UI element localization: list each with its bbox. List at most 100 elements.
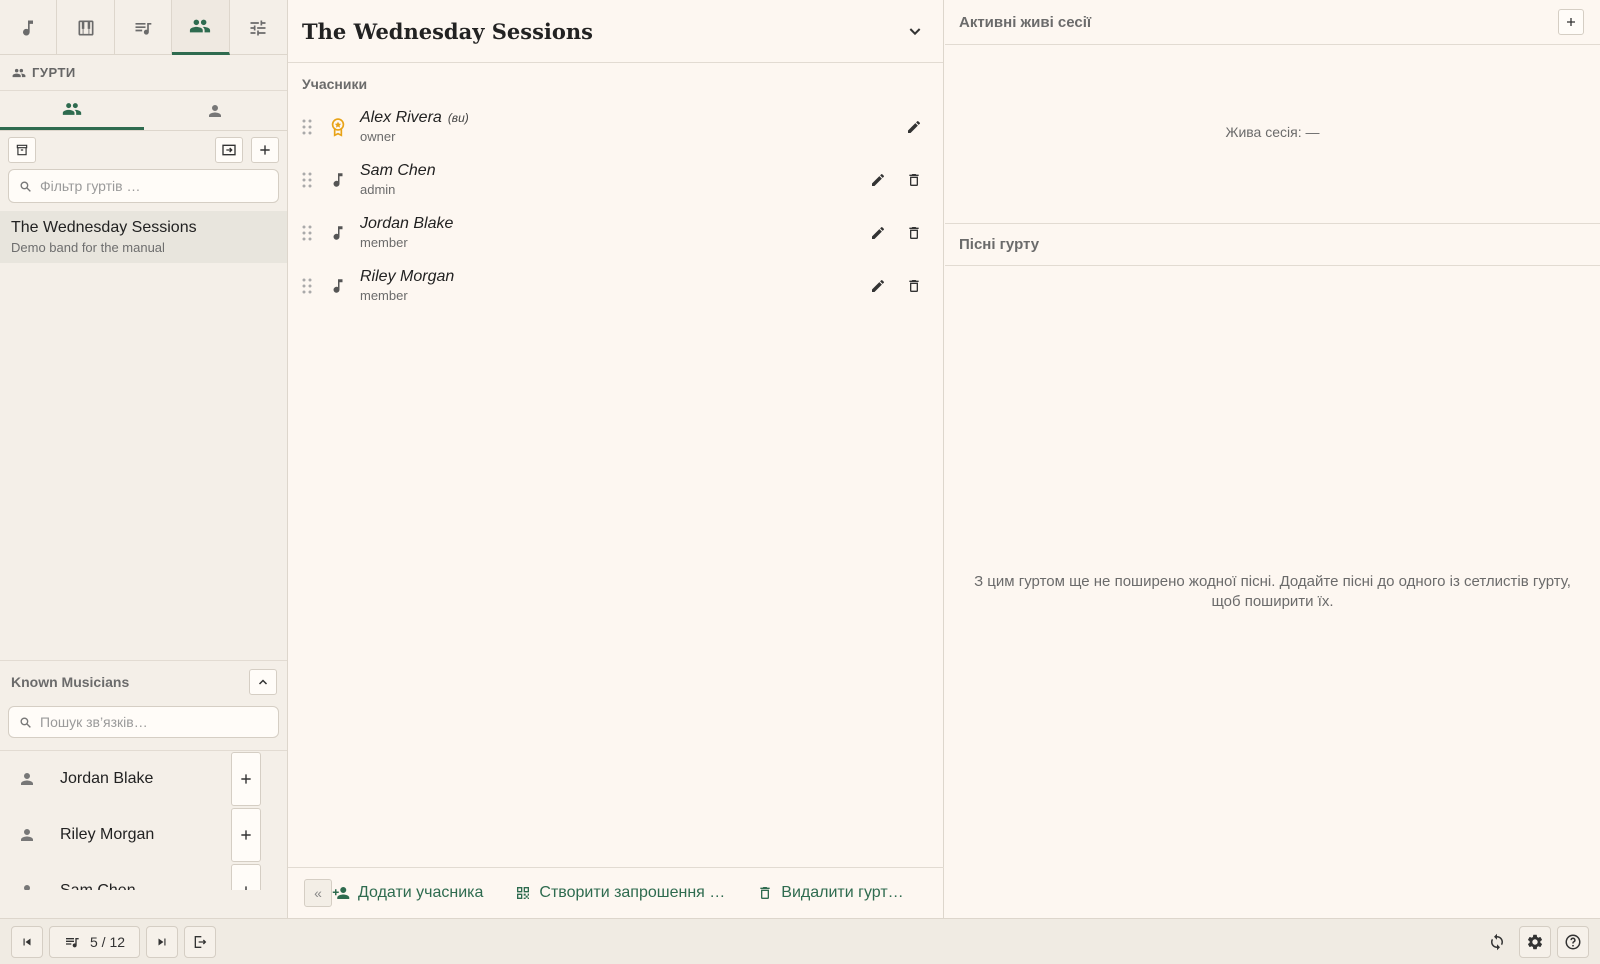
create-invite-button[interactable]: Створити запрошення …: [515, 884, 725, 902]
music-note-icon: [326, 224, 350, 242]
band-name: The Wednesday Sessions: [11, 219, 197, 236]
trash-icon: [760, 887, 770, 899]
sync-icon: [1491, 933, 1503, 950]
playlist-icon: [135, 22, 152, 35]
delete-band-button[interactable]: Видалити гурт…: [757, 884, 904, 902]
trash-icon: [909, 226, 919, 239]
sync-button[interactable]: [1481, 926, 1513, 958]
add-band-button[interactable]: [251, 137, 279, 163]
previous-song-button[interactable]: [11, 925, 43, 958]
music-note-icon: [326, 277, 350, 295]
bands-section-header: ГУРТИ: [0, 55, 287, 91]
member-name: Riley Morgan: [360, 268, 455, 285]
add-live-session-button[interactable]: [1558, 9, 1584, 35]
delete-member-button[interactable]: [900, 272, 928, 300]
expand-band-button[interactable]: [901, 17, 929, 45]
collapse-panel-button[interactable]: «: [304, 879, 332, 907]
contact-name: Sam Chen: [60, 882, 231, 890]
band-songs-title: Пісні гурту: [945, 224, 1600, 266]
chevron-up-icon: [258, 678, 268, 685]
known-musicians: Known Musicians Jordan Blake Riley Morga…: [0, 660, 287, 890]
join-band-button[interactable]: [215, 137, 243, 163]
create-invite-label: Створити запрошення …: [539, 884, 726, 901]
member-role: member: [360, 235, 408, 250]
skip-next-icon: [158, 938, 166, 945]
add-member-button[interactable]: Додати учасника: [332, 884, 483, 902]
contacts-search: [8, 706, 279, 738]
member-info: Jordan Blake member: [360, 215, 864, 250]
exit-button[interactable]: [184, 925, 217, 958]
left-sidebar: ГУРТИ The Wednesday Sessions Demo band f…: [0, 0, 288, 918]
add-contact-button[interactable]: [231, 808, 261, 862]
member-name: Alex Rivera: [360, 109, 442, 126]
delete-member-button[interactable]: [900, 166, 928, 194]
bands-subtabs: [0, 91, 287, 131]
delete-band-label: Видалити гурт…: [781, 884, 904, 901]
add-contact-button[interactable]: [231, 864, 261, 890]
member-row: Riley Morgan member: [288, 259, 943, 312]
edit-member-button[interactable]: [864, 272, 892, 300]
tab-bands[interactable]: [172, 0, 230, 55]
music-note-icon: [326, 171, 350, 189]
bands-toolbar: [0, 131, 287, 169]
drag-handle-icon[interactable]: [302, 225, 318, 241]
playlist-icon: [66, 937, 79, 947]
help-button[interactable]: [1557, 925, 1589, 958]
contacts-list: Jordan Blake Riley Morgan Sam Chen: [0, 750, 287, 890]
tab-songs[interactable]: [0, 0, 58, 55]
plus-icon: [245, 886, 247, 890]
pencil-icon: [908, 120, 921, 133]
tab-piano[interactable]: [57, 0, 115, 55]
pencil-icon: [872, 279, 885, 292]
contact-item: Sam Chen: [0, 863, 287, 890]
member-role: admin: [360, 182, 396, 197]
next-song-button[interactable]: [146, 925, 179, 958]
member-row: Sam Chen admin: [288, 153, 943, 206]
tab-setlists[interactable]: [115, 0, 173, 55]
drag-handle-icon[interactable]: [302, 119, 318, 135]
drag-handle-icon[interactable]: [302, 278, 318, 294]
contact-item: Jordan Blake: [0, 751, 287, 807]
group-icon: [12, 68, 26, 77]
main-nav: [0, 0, 287, 55]
edit-member-button[interactable]: [864, 219, 892, 247]
skip-previous-icon: [23, 938, 31, 945]
settings-button[interactable]: [1519, 925, 1551, 958]
plus-icon: [241, 830, 251, 840]
subtab-people[interactable]: [144, 91, 288, 130]
edit-member-button[interactable]: [900, 113, 928, 141]
member-role: member: [360, 288, 408, 303]
piano-icon: [78, 20, 94, 35]
member-row: Jordan Blake member: [288, 206, 943, 259]
group-icon: [62, 103, 81, 115]
collapse-known-button[interactable]: [249, 668, 277, 695]
band-filter: [8, 169, 279, 203]
add-member-label: Додати учасника: [358, 884, 484, 901]
sliders-icon: [250, 20, 266, 35]
drag-handle-icon[interactable]: [302, 172, 318, 188]
add-contact-button[interactable]: [231, 752, 261, 806]
band-list-item[interactable]: The Wednesday Sessions Demo band for the…: [0, 211, 287, 263]
archive-button[interactable]: [8, 137, 36, 163]
tab-settings[interactable]: [230, 0, 287, 55]
band-footer-actions: « Додати учасника Створити запрошення … …: [288, 867, 944, 918]
subtab-bands[interactable]: [0, 91, 144, 130]
search-icon: [20, 180, 31, 192]
band-header: The Wednesday Sessions: [288, 0, 943, 63]
trash-icon: [909, 173, 919, 186]
members-label: Учасники: [302, 76, 368, 92]
live-session-empty: Жива сесія: —: [945, 45, 1600, 224]
edit-member-button[interactable]: [864, 166, 892, 194]
owner-badge-icon: [326, 116, 350, 138]
member-row: Alex Rivera (ви) owner: [288, 100, 943, 153]
band-title: The Wednesday Sessions: [302, 18, 593, 44]
member-info: Riley Morgan member: [360, 268, 864, 303]
qr-code-icon: [517, 887, 530, 899]
setlist-position-button[interactable]: 5 / 12: [49, 925, 141, 958]
band-filter-input[interactable]: [40, 178, 268, 194]
known-musicians-header: Known Musicians: [0, 660, 287, 702]
person-icon: [209, 104, 222, 117]
delete-member-button[interactable]: [900, 219, 928, 247]
member-info: Sam Chen admin: [360, 162, 864, 197]
contacts-search-input[interactable]: [40, 714, 268, 730]
